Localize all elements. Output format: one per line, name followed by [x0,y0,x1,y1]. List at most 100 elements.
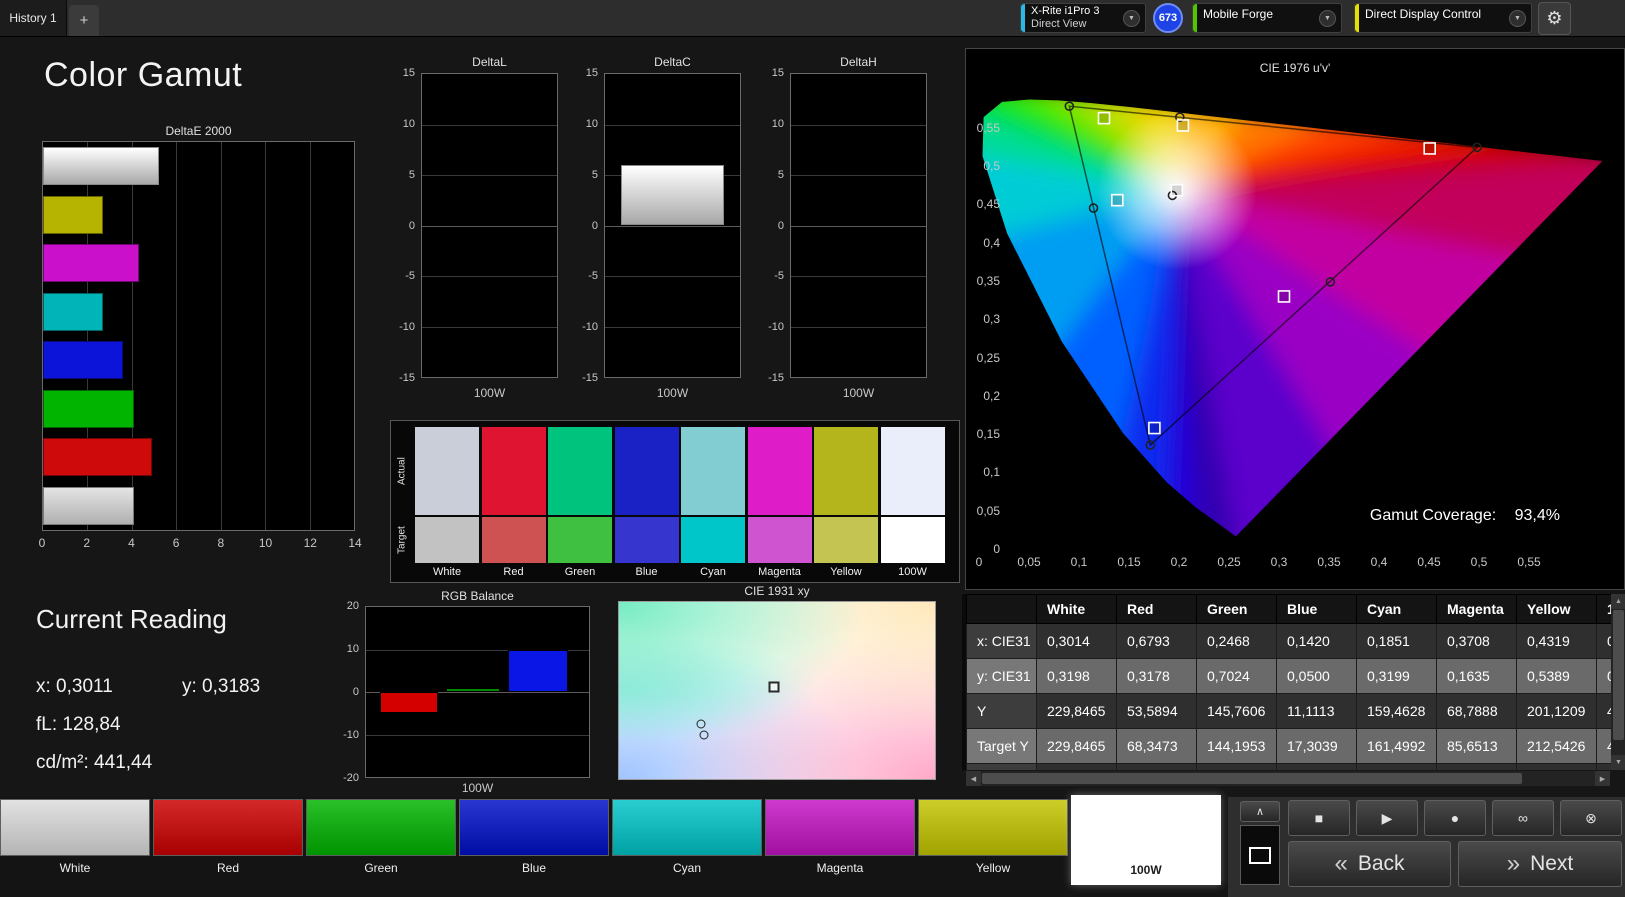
chevron-down-icon[interactable]: ▼ [1123,9,1140,27]
grid-line [422,175,557,176]
swatch-actual-white [415,427,479,515]
swatch-target-green [548,517,612,563]
continuous-read-button[interactable]: ∞ [1492,800,1554,836]
swatch-label: Magenta [758,566,801,578]
tab-history-1[interactable]: History 1 [0,0,67,36]
swatch-label: White [432,566,462,578]
rgb-balance-title: RGB Balance [441,589,514,603]
next-label: Next [1530,852,1574,875]
table-cell: 229,8465 [1036,693,1117,729]
scroll-right-icon[interactable]: ▶ [1595,771,1610,786]
measurement-table-wrap: WhiteRedGreenBlueCyanMagentaYellow100Wx:… [962,594,1614,770]
settings-button[interactable]: ⚙ [1538,2,1571,35]
deltac-x-label: 100W [656,386,689,400]
y-tick-label: 5 [777,168,784,181]
table-row-y[interactable]: Y 229,8465 53,5894 145,7606 11,1113 159,4628 6… [966,693,1614,729]
table-row-x-cie31[interactable]: x: CIE31 0,3014 0,6793 0,2468 0,1420 0,1851 0,… [966,623,1614,659]
x-tick-label: 0,55 [1517,555,1541,569]
cie-1931-title: CIE 1931 xy [744,584,810,598]
scrollbar-thumb[interactable] [982,773,1522,784]
next-button[interactable]: » Next [1458,841,1622,887]
grid-line [422,326,557,328]
table-row-y-cie31[interactable]: y: CIE31 0,3198 0,3178 0,7024 0,0500 0,3199 0,… [966,658,1614,694]
deltal-chart-title: DeltaL [472,55,507,69]
display-control-dropdown[interactable]: Direct Display Control ▼ [1354,3,1532,33]
stop-button[interactable]: ■ [1288,800,1350,836]
measurement-table: WhiteRedGreenBlueCyanMagentaYellow100Wx:… [966,594,1614,770]
scroll-up-icon[interactable]: ▲ [1611,594,1625,609]
pattern-tile-red[interactable] [153,799,303,856]
pattern-window-icon [1249,846,1271,864]
pattern-strip: White Red Green Blue Cyan Magenta Yellow 100W [0,795,1228,897]
pattern-tile-label: White [59,861,91,875]
pattern-tile-label: Yellow [975,861,1011,875]
white-point-target-marker [768,681,780,693]
back-label: Back [1357,852,1405,875]
pattern-tile-magenta[interactable] [765,799,915,856]
deltac-chart-title: DeltaC [654,55,691,69]
pattern-tile-green[interactable] [306,799,456,856]
chevron-down-icon[interactable]: ▼ [1509,9,1526,27]
table-cell: 212,5426 [1516,728,1597,764]
table-cell: 4,3096 [1036,763,1117,770]
back-button[interactable]: « Back [1288,841,1451,887]
scrollbar-thumb[interactable] [1613,610,1624,740]
pattern-source-dropdown[interactable]: Mobile Forge ▼ [1192,3,1342,33]
rgb-balance-bar-blue [508,649,568,692]
y-tick-label: -10 [399,321,415,334]
scroll-left-icon[interactable]: ◀ [966,771,981,786]
y-tick-label: -15 [399,372,415,384]
target-row-label: Target [396,526,408,554]
swatch-actual-magenta [747,427,812,515]
meter-name: X-Rite i1Pro 3 [1031,5,1100,17]
pattern-window-button[interactable] [1240,825,1280,885]
table-cell: 5,3301 [1116,763,1197,770]
y-tick-label: 15 [402,67,415,79]
table-vertical-scrollbar[interactable]: ▲ ▼ [1611,594,1625,770]
table-cell: 2,7796 [1516,763,1597,770]
display-control-label: Direct Display Control [1365,7,1482,21]
current-reading-heading: Current Reading [36,604,227,634]
table-cell: 0,1420 [1276,623,1357,659]
target-point-cyan [1111,193,1124,207]
pattern-source-label: Mobile Forge [1203,7,1274,21]
scroll-down-icon[interactable]: ▼ [1611,755,1625,770]
x-tick-label: 0 [975,555,983,569]
reading-count-badge: 673 [1153,3,1183,33]
play-button[interactable]: ▶ [1356,800,1418,836]
swatch-label: Yellow [830,566,862,578]
grid-line [422,225,557,227]
table-horizontal-scrollbar[interactable]: ◀ ▶ [966,771,1610,786]
swatch-label: Green [564,566,596,578]
table-row--e-2000[interactable]: ΔE 20004,30965,33014,32533,07533,03454,0… [966,763,1614,770]
chevron-up-icon: ∧ [1255,806,1265,818]
chevron-down-icon[interactable]: ▼ [1319,9,1336,27]
table-row-target-y[interactable]: Target Y 229,8465 68,3473 144,1953 17,3039 16… [966,728,1614,764]
column-header-green: Green [1196,594,1277,624]
table-cell: 53,5894 [1116,693,1197,729]
pattern-tile-cyan[interactable] [612,799,762,856]
pattern-tile-blue[interactable] [459,799,609,856]
meter-dropdown[interactable]: X-Rite i1Pro 3 Direct View ▼ [1020,3,1146,33]
table-cell: 0,2468 [1196,623,1277,659]
grid-line [605,225,740,227]
pattern-tile-white[interactable] [0,799,150,856]
deltal-chart [421,73,558,378]
table-cell: 0,7024 [1196,658,1277,694]
row-label: ΔE 2000 [966,763,1037,770]
collapse-controls-button[interactable]: ∧ [1240,801,1280,822]
table-header-row: WhiteRedGreenBlueCyanMagentaYellow100W [966,594,1614,624]
disable-button[interactable]: ⊗ [1560,800,1622,836]
x-tick-label: 12 [303,536,317,550]
table-cell: 159,4628 [1356,693,1437,729]
table-cell: 0,1635 [1436,658,1517,694]
target-point-red [1423,142,1437,155]
record-button[interactable]: ● [1424,800,1486,836]
pattern-tile-yellow[interactable] [918,799,1068,856]
add-history-tab-button[interactable]: + [69,5,99,36]
table-cell: 201,1209 [1516,693,1597,729]
x-tick-label: 10 [258,536,273,550]
calman-color-gamut-app: History 1 + X-Rite i1Pro 3 Direct View ▼… [0,0,1625,897]
y-tick-label: -10 [582,321,598,334]
pattern-tile-label: Green [364,861,398,875]
